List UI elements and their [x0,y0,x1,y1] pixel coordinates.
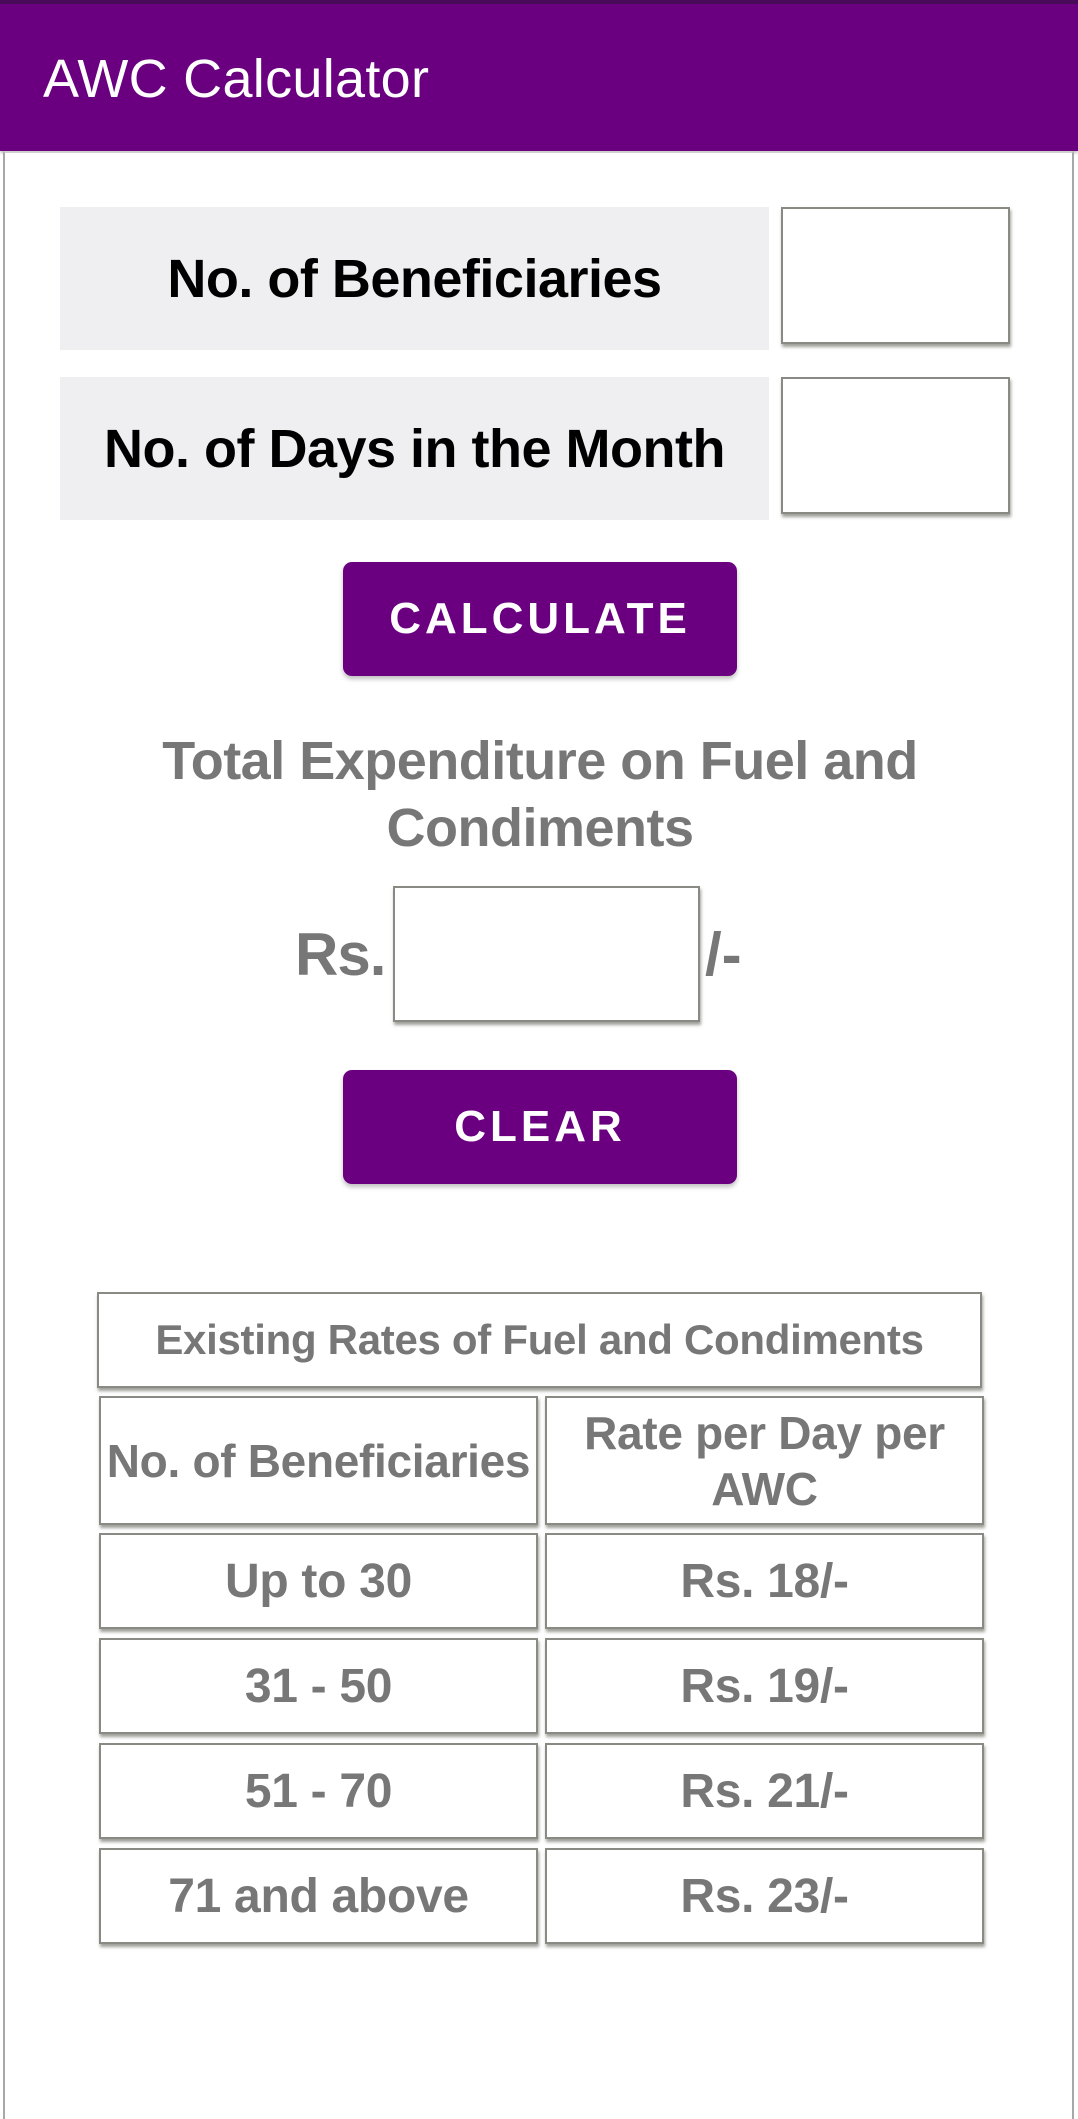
clear-button[interactable]: CLEAR [343,1070,737,1184]
total-expenditure-output[interactable] [393,886,700,1022]
table-row-0-range: Up to 30 [99,1533,538,1629]
calculate-button[interactable]: CALCULATE [343,562,737,676]
status-bar-strip [0,0,1078,4]
days-input[interactable] [781,377,1010,514]
rates-table-title: Existing Rates of Fuel and Condiments [97,1292,982,1388]
currency-prefix: Rs. [295,921,386,988]
table-row-3-rate: Rs. 23/- [545,1848,984,1944]
table-row-2-rate: Rs. 21/- [545,1743,984,1839]
table-row-1-range: 31 - 50 [99,1638,538,1734]
table-row-0-rate: Rs. 18/- [545,1533,984,1629]
beneficiaries-input[interactable] [781,207,1010,344]
days-label: No. of Days in the Month [60,377,769,520]
total-expenditure-title: Total Expenditure on Fuel and Condiments [162,731,918,858]
beneficiaries-label: No. of Beneficiaries [60,207,769,350]
table-header-beneficiaries: No. of Beneficiaries [99,1396,538,1525]
table-row-1-rate: Rs. 19/- [545,1638,984,1734]
table-row-2-range: 51 - 70 [99,1743,538,1839]
table-row-3-range: 71 and above [99,1848,538,1944]
app-title: AWC Calculator [43,49,430,109]
currency-suffix: /- [705,921,742,988]
table-header-rate: Rate per Day per AWC [545,1396,984,1525]
app-bar: AWC Calculator [0,0,1078,151]
